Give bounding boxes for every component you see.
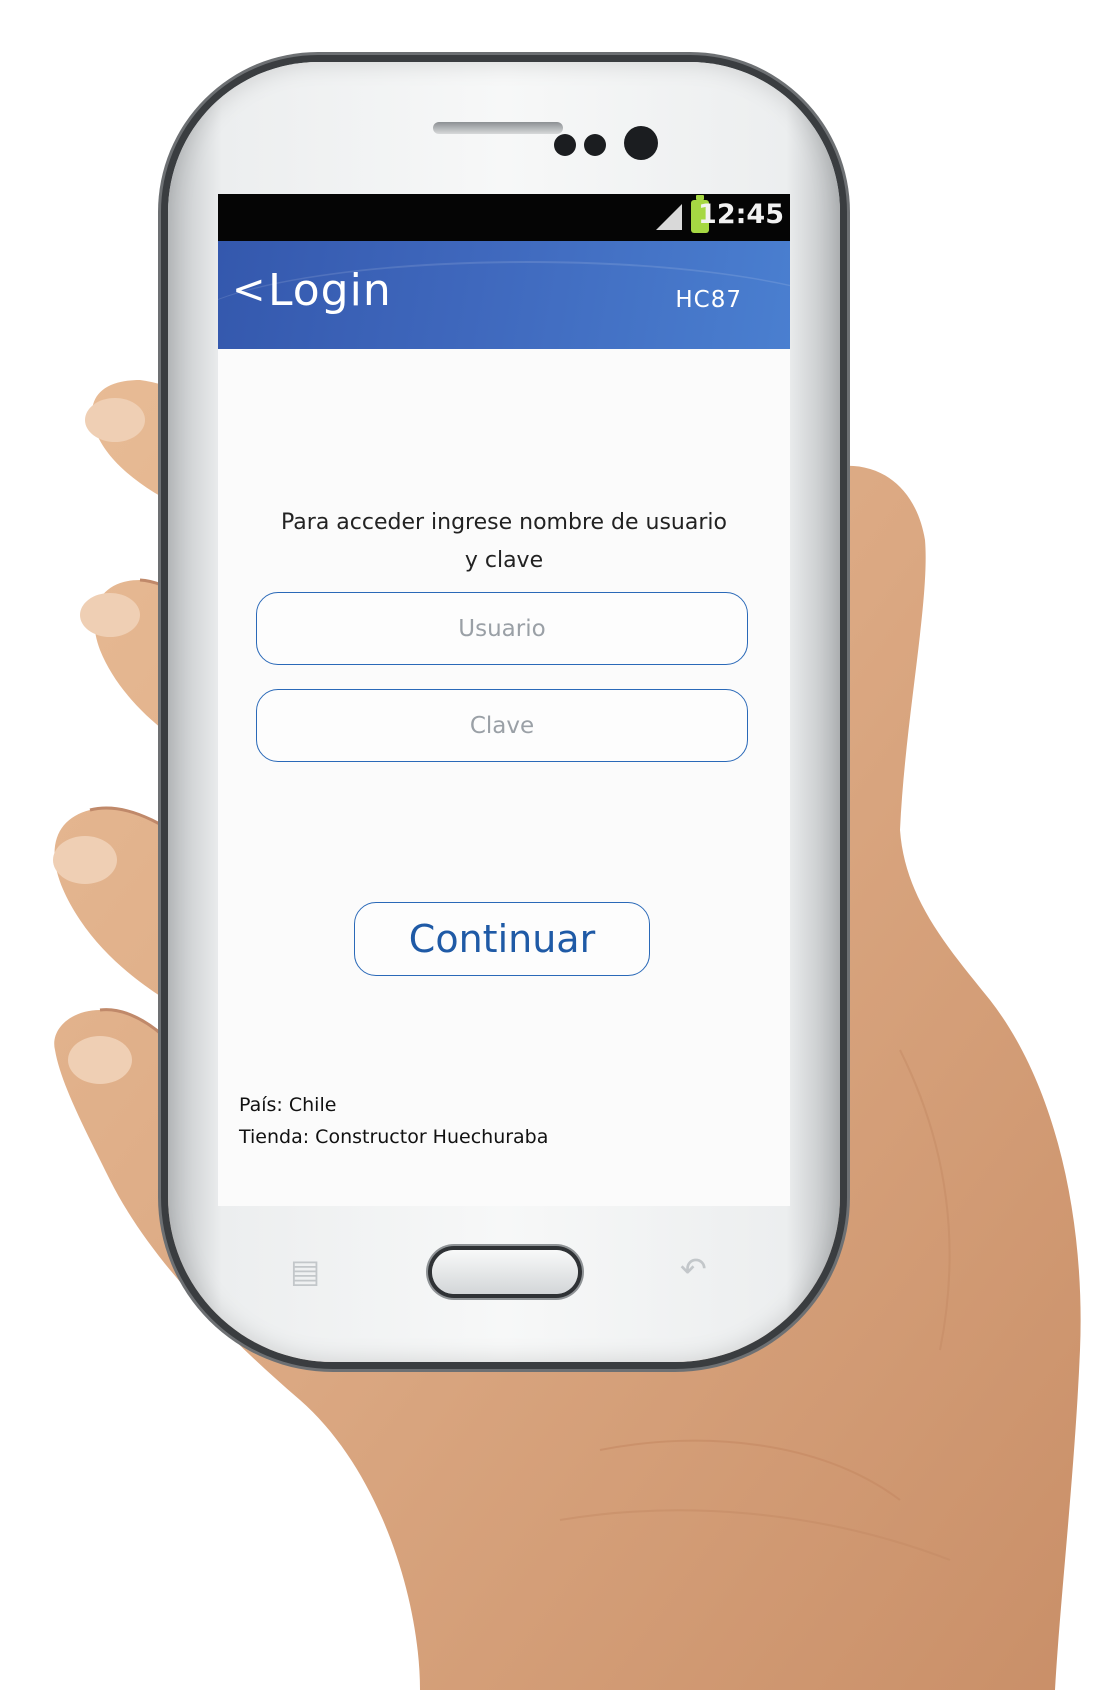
home-button[interactable] [432, 1250, 578, 1294]
sensor-icon [554, 134, 576, 156]
phone-screen: 12:45 < Login HC87 Para acceder ingrese … [218, 194, 790, 1206]
signal-icon [656, 204, 682, 230]
login-instructions: Para acceder ingrese nombre de usuario y… [258, 504, 750, 580]
front-camera-icon [624, 126, 658, 160]
sensor-icon [584, 134, 606, 156]
store-info: País: Chile Tienda: Constructor Huechura… [239, 1089, 548, 1153]
menu-icon[interactable]: ▤ [290, 1252, 320, 1290]
back-arrow-icon[interactable]: ↶ [680, 1250, 707, 1288]
status-bar: 12:45 [218, 194, 790, 241]
store-code-label: HC87 [675, 287, 742, 313]
instructions-line-1: Para acceder ingrese nombre de usuario [281, 510, 727, 535]
instructions-line-2: y clave [464, 548, 544, 573]
continue-button[interactable]: Continuar [354, 902, 650, 976]
back-icon[interactable]: < [232, 267, 266, 313]
earpiece-speaker [433, 122, 563, 134]
status-time: 12:45 [698, 199, 784, 230]
app-bar: < Login HC87 [218, 241, 790, 349]
country-label: País: Chile [239, 1094, 337, 1116]
store-label: Tienda: Constructor Huechuraba [239, 1126, 549, 1148]
username-input[interactable] [256, 592, 748, 665]
password-input[interactable] [256, 689, 748, 762]
page-title: Login [268, 265, 392, 316]
